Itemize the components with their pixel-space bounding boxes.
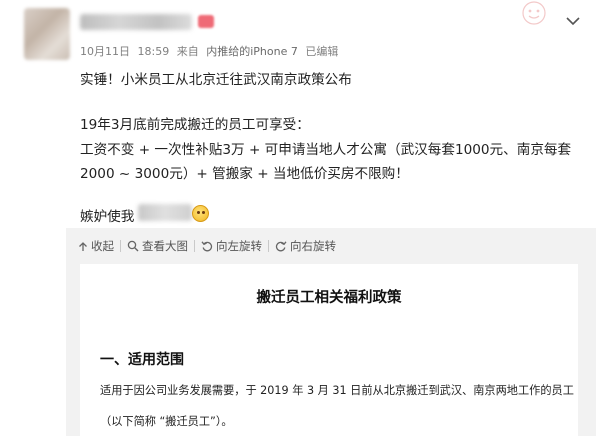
user-avatar[interactable]	[24, 8, 70, 60]
smile-emoji-icon	[192, 205, 209, 222]
post-body-line: 19年3月底前完成搬迁的员工可享受：	[80, 117, 310, 133]
post-source-prefix: 来自	[176, 45, 199, 58]
view-large-label: 查看大图	[142, 239, 188, 253]
arrow-up-icon	[79, 241, 87, 251]
post-meta: 10月11日 18:59 来自 内推给的iPhone 7 已编辑	[80, 43, 342, 59]
document-paragraph: （以下简称 “搬迁员工”）。	[100, 415, 233, 428]
toolbar-divider	[120, 240, 121, 252]
view-large-button[interactable]: 查看大图	[127, 238, 188, 254]
post-body-line: 嫉妒使我	[80, 209, 135, 225]
username-blurred[interactable]	[80, 14, 192, 30]
post-edited[interactable]: 已编辑	[305, 45, 338, 58]
mention-blurred[interactable]	[138, 204, 192, 221]
vip-badge	[198, 15, 214, 28]
post-body-line: 2000 ~ 3000元）+ 管搬家 + 当地低价买房不限购！	[80, 166, 409, 182]
document-paragraph: 适用于因公司业务发展需要，于 2019 年 3 月 31 日前从北京搬迁到武汉、…	[100, 384, 574, 397]
post-source[interactable]: 内推给的iPhone 7	[206, 45, 298, 58]
rotate-left-button[interactable]: 向左旋转	[201, 238, 262, 254]
document-section-heading: 一、适用范围	[100, 352, 184, 368]
rotate-right-label: 向右旋转	[290, 239, 336, 253]
rotate-right-button[interactable]: 向右旋转	[275, 238, 336, 254]
collapse-label: 收起	[91, 239, 114, 253]
zoom-icon	[127, 240, 139, 252]
rotate-left-icon	[201, 241, 213, 252]
toolbar-divider	[194, 240, 195, 252]
rotate-right-icon	[275, 241, 287, 252]
post-date[interactable]: 10月11日	[80, 45, 130, 58]
post-headline: 实锤！小米员工从北京迁往武汉南京政策公布	[80, 72, 352, 88]
rotate-left-label: 向左旋转	[216, 239, 262, 253]
chevron-down-icon[interactable]	[566, 16, 580, 26]
post-body-line: 工资不变 + 一次性补贴3万 + 可申请当地人才公寓（武汉每套1000元、南京每…	[80, 142, 572, 158]
post-time: 18:59	[137, 45, 170, 58]
document-title: 搬迁员工相关福利政策	[256, 290, 402, 306]
image-toolbar: 收起 查看大图 向左旋转 向右旋转	[78, 238, 336, 254]
watermark-logo	[508, 0, 560, 30]
toolbar-divider	[268, 240, 269, 252]
collapse-button[interactable]: 收起	[78, 238, 114, 254]
